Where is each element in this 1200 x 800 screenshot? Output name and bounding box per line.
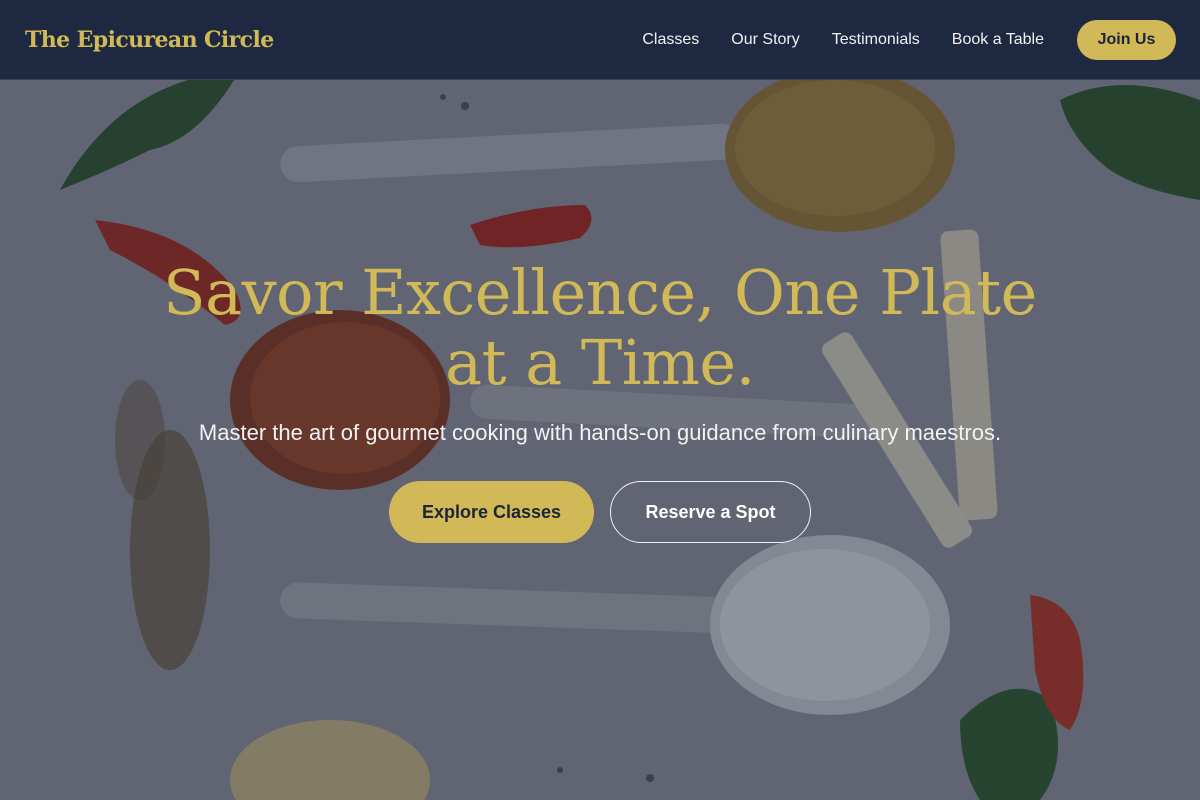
explore-classes-button[interactable]: Explore Classes [389, 481, 594, 543]
join-us-button[interactable]: Join Us [1077, 19, 1176, 60]
nav-link-our-story[interactable]: Our Story [731, 31, 799, 49]
reserve-a-spot-button[interactable]: Reserve a Spot [610, 481, 811, 543]
main-nav: Classes Our Story Testimonials Book a Ta… [642, 19, 1176, 60]
brand-logo[interactable]: The Epicurean Circle [25, 27, 274, 53]
nav-link-book-a-table[interactable]: Book a Table [952, 31, 1044, 49]
hero-subtitle: Master the art of gourmet cooking with h… [198, 420, 1002, 445]
hero-content: Savor Excellence, One Plate at a Time. M… [0, 80, 1200, 800]
nav-link-classes[interactable]: Classes [642, 31, 699, 49]
hero-title: Savor Excellence, One Plate at a Time. [163, 256, 1037, 399]
nav-link-testimonials[interactable]: Testimonials [832, 31, 920, 49]
hero-section: Savor Excellence, One Plate at a Time. M… [0, 80, 1200, 800]
site-header: The Epicurean Circle Classes Our Story T… [0, 0, 1200, 80]
